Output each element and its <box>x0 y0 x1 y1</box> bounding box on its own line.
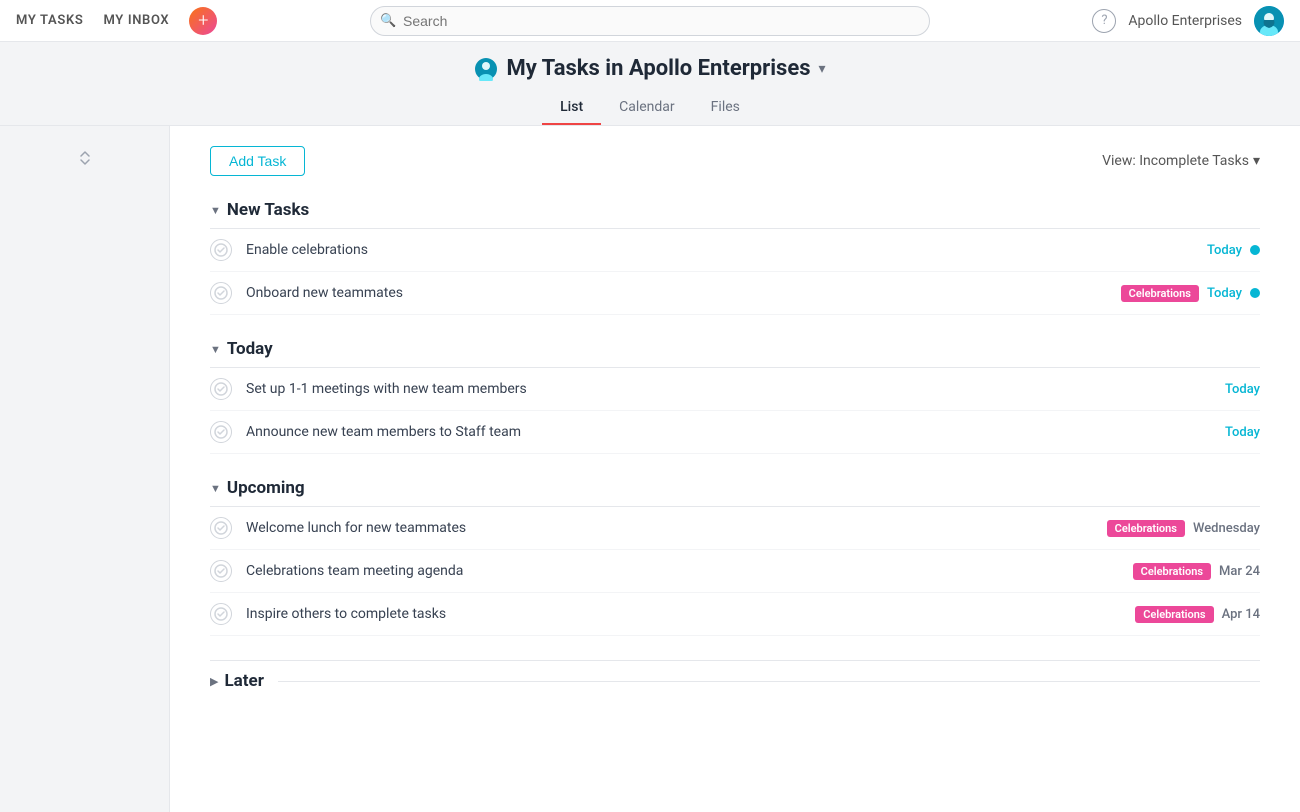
new-tasks-title: New Tasks <box>227 200 309 220</box>
task-dot <box>1250 288 1260 298</box>
page-logo <box>474 57 498 81</box>
task-dot <box>1250 245 1260 255</box>
upcoming-caret: ▼ <box>210 482 221 495</box>
page-title-row: My Tasks in Apollo Enterprises ▾ <box>0 56 1300 81</box>
plus-icon: + <box>198 10 208 31</box>
new-tasks-caret: ▼ <box>210 204 221 217</box>
top-nav: MY TASKS MY INBOX + 🔍 ? Apollo Enterpris… <box>0 0 1300 42</box>
today-title: Today <box>227 339 273 359</box>
task-name: Set up 1-1 meetings with new team member… <box>246 381 1225 397</box>
nav-right: ? Apollo Enterprises <box>1092 6 1284 36</box>
task-name: Announce new team members to Staff team <box>246 424 1225 440</box>
task-checkbox[interactable] <box>210 378 232 400</box>
collapse-icon[interactable] <box>73 146 97 170</box>
search-bar: 🔍 <box>370 6 930 36</box>
today-caret: ▼ <box>210 343 221 356</box>
search-input[interactable] <box>370 6 930 36</box>
page-tabs: List Calendar Files <box>0 91 1300 125</box>
my-inbox-nav[interactable]: MY INBOX <box>103 13 169 28</box>
tab-list[interactable]: List <box>542 91 601 125</box>
task-date: Today <box>1225 425 1260 440</box>
table-row[interactable]: Celebrations team meeting agenda Celebra… <box>210 550 1260 593</box>
add-task-button[interactable]: Add Task <box>210 146 305 176</box>
today-header[interactable]: ▼ Today <box>210 339 1260 359</box>
new-tasks-header[interactable]: ▼ New Tasks <box>210 200 1260 220</box>
later-section: ▶ Later <box>210 660 1260 701</box>
table-row[interactable]: Welcome lunch for new teammates Celebrat… <box>210 507 1260 550</box>
page-title: My Tasks in Apollo Enterprises <box>506 56 810 81</box>
later-title: Later <box>224 671 263 691</box>
task-checkbox[interactable] <box>210 603 232 625</box>
upcoming-header[interactable]: ▼ Upcoming <box>210 478 1260 498</box>
view-label: View: Incomplete Tasks <box>1102 153 1249 169</box>
view-caret-icon: ▾ <box>1253 153 1260 169</box>
today-section: ▼ Today Set up 1-1 meetings with new tea… <box>210 339 1260 454</box>
nav-left: MY TASKS MY INBOX + <box>16 7 217 35</box>
later-divider <box>278 681 1260 682</box>
task-name: Enable celebrations <box>246 242 1207 258</box>
table-row[interactable]: Inspire others to complete tasks Celebra… <box>210 593 1260 636</box>
task-meta: Today <box>1225 382 1260 397</box>
avatar[interactable] <box>1254 6 1284 36</box>
page-title-caret[interactable]: ▾ <box>819 61 826 77</box>
celebrations-tag: Celebrations <box>1107 520 1185 537</box>
table-row[interactable]: Announce new team members to Staff team … <box>210 411 1260 454</box>
task-meta: Celebrations Mar 24 <box>1133 563 1260 580</box>
today-list: Set up 1-1 meetings with new team member… <box>210 367 1260 454</box>
sidebar <box>0 126 170 812</box>
task-date: Today <box>1225 382 1260 397</box>
tab-files[interactable]: Files <box>693 91 758 125</box>
task-meta: Celebrations Apr 14 <box>1135 606 1260 623</box>
celebrations-tag: Celebrations <box>1135 606 1213 623</box>
new-tasks-section: ▼ New Tasks Enable celebrations Today <box>210 200 1260 315</box>
tab-calendar[interactable]: Calendar <box>601 91 693 125</box>
help-button[interactable]: ? <box>1092 9 1116 33</box>
add-button[interactable]: + <box>189 7 217 35</box>
task-name: Celebrations team meeting agenda <box>246 563 1133 579</box>
org-name[interactable]: Apollo Enterprises <box>1128 13 1242 29</box>
task-meta: Today <box>1225 425 1260 440</box>
later-caret: ▶ <box>210 675 218 688</box>
toolbar: Add Task View: Incomplete Tasks ▾ <box>210 146 1260 176</box>
task-date: Mar 24 <box>1219 564 1260 579</box>
table-row[interactable]: Set up 1-1 meetings with new team member… <box>210 368 1260 411</box>
upcoming-title: Upcoming <box>227 478 305 498</box>
task-date: Wednesday <box>1193 521 1260 536</box>
task-date: Today <box>1207 286 1242 301</box>
task-meta: Today <box>1207 243 1260 258</box>
view-selector[interactable]: View: Incomplete Tasks ▾ <box>1102 153 1260 169</box>
table-row[interactable]: Enable celebrations Today <box>210 229 1260 272</box>
task-meta: Celebrations Today <box>1121 285 1260 302</box>
task-name: Inspire others to complete tasks <box>246 606 1135 622</box>
main-layout: Add Task View: Incomplete Tasks ▾ ▼ New … <box>0 126 1300 812</box>
page-header: My Tasks in Apollo Enterprises ▾ List Ca… <box>0 42 1300 126</box>
task-name: Welcome lunch for new teammates <box>246 520 1107 536</box>
task-name: Onboard new teammates <box>246 285 1121 301</box>
upcoming-list: Welcome lunch for new teammates Celebrat… <box>210 506 1260 636</box>
task-checkbox[interactable] <box>210 239 232 261</box>
task-date: Today <box>1207 243 1242 258</box>
task-checkbox[interactable] <box>210 421 232 443</box>
my-tasks-nav[interactable]: MY TASKS <box>16 13 83 28</box>
task-date: Apr 14 <box>1222 607 1260 622</box>
content-area: Add Task View: Incomplete Tasks ▾ ▼ New … <box>170 126 1300 812</box>
search-icon: 🔍 <box>380 13 396 28</box>
celebrations-tag: Celebrations <box>1121 285 1199 302</box>
question-icon: ? <box>1101 13 1107 28</box>
upcoming-section: ▼ Upcoming Welcome lunch for new teammat… <box>210 478 1260 636</box>
task-meta: Celebrations Wednesday <box>1107 520 1260 537</box>
task-checkbox[interactable] <box>210 282 232 304</box>
task-checkbox[interactable] <box>210 517 232 539</box>
new-tasks-list: Enable celebrations Today Onboard new te… <box>210 228 1260 315</box>
celebrations-tag: Celebrations <box>1133 563 1211 580</box>
table-row[interactable]: Onboard new teammates Celebrations Today <box>210 272 1260 315</box>
later-header[interactable]: ▶ Later <box>210 660 1260 701</box>
task-checkbox[interactable] <box>210 560 232 582</box>
